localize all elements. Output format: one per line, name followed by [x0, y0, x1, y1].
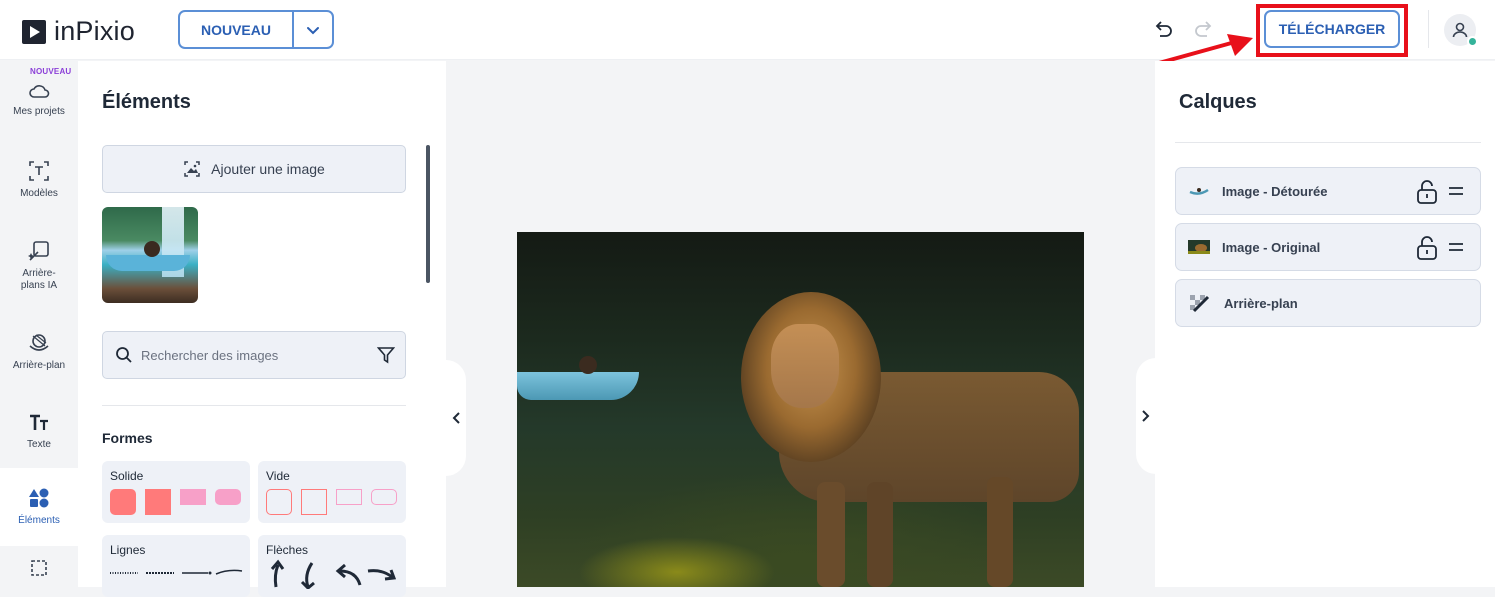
user-icon — [1452, 22, 1468, 38]
shape-card-solid[interactable]: Solide — [102, 461, 250, 523]
template-icon — [29, 161, 49, 181]
layer-label: Image - Original — [1222, 240, 1321, 255]
image-search-box — [102, 331, 406, 379]
panel-scrollbar[interactable] — [426, 145, 430, 283]
layer-thumbnail — [1188, 240, 1210, 254]
arrow-styles-icon[interactable] — [264, 559, 400, 589]
panel-title: Éléments — [102, 91, 191, 113]
header-divider — [1428, 10, 1429, 48]
image-search-input[interactable] — [141, 347, 371, 363]
logo-mark-icon — [22, 19, 46, 44]
card-label: Flèches — [266, 543, 309, 557]
chevron-left-icon — [452, 412, 460, 424]
unlock-icon[interactable] — [1416, 179, 1438, 205]
new-project-button[interactable]: NOUVEAU — [180, 12, 294, 47]
add-image-icon — [184, 161, 200, 177]
nav-label: Texte — [27, 439, 51, 450]
layer-item[interactable]: Image - Détourée — [1175, 167, 1481, 215]
drag-handle-icon[interactable] — [1448, 240, 1464, 254]
chevron-down-icon — [307, 26, 319, 34]
shape-card-lines[interactable]: Lignes — [102, 535, 250, 597]
nav-label: Mes projets — [13, 106, 65, 117]
elements-panel: Éléments Ajouter une image Formes Solide… — [78, 61, 446, 597]
unlock-icon[interactable] — [1416, 235, 1438, 261]
shapes-icon — [29, 488, 49, 508]
card-label: Lignes — [110, 543, 146, 557]
nav-item-templates[interactable]: Modèles — [0, 141, 78, 219]
outline-square[interactable] — [301, 489, 327, 515]
layers-panel: Calques Image - Détourée Image - Origina… — [1155, 61, 1495, 587]
top-bar: inPixio NOUVEAU TÉLÉCHARGER — [0, 0, 1495, 60]
solid-rounded-rectangle[interactable] — [215, 489, 241, 505]
nav-label: Modèles — [20, 188, 58, 199]
download-button[interactable]: TÉLÉCHARGER — [1264, 10, 1400, 48]
nav-label: Arrière-plan — [12, 360, 66, 371]
collapse-right-panel-button[interactable] — [1136, 358, 1156, 474]
ai-background-icon — [28, 241, 49, 261]
uploaded-image-thumbnail[interactable] — [102, 207, 198, 303]
filter-icon[interactable] — [377, 346, 395, 364]
online-status-dot — [1467, 36, 1478, 47]
nav-item-text[interactable]: Texte — [0, 393, 78, 471]
solid-rounded-square[interactable] — [110, 489, 136, 515]
layers-divider — [1175, 142, 1481, 143]
layers-title: Calques — [1179, 91, 1257, 113]
outline-rounded-rectangle[interactable] — [371, 489, 397, 505]
lion-face — [771, 324, 839, 408]
card-label: Vide — [266, 469, 290, 483]
layer-thumbnail — [1189, 188, 1209, 195]
panel-divider — [102, 405, 406, 406]
user-avatar[interactable] — [1444, 14, 1478, 47]
drag-handle-icon[interactable] — [1448, 184, 1464, 198]
logo-text: inPixio — [54, 16, 135, 46]
new-project-dropdown-button[interactable] — [294, 12, 332, 47]
nav-label: Éléments — [18, 515, 60, 526]
left-nav: NOUVEAU Mes projets Modèles Arrière-plan… — [0, 61, 78, 587]
outline-rounded-square[interactable] — [266, 489, 292, 515]
nav-item-my-projects[interactable]: Mes projets — [0, 61, 78, 139]
canvas-image[interactable] — [517, 232, 1084, 587]
outline-rectangle[interactable] — [336, 489, 362, 505]
background-layer-icon — [1190, 295, 1210, 313]
cloud-icon — [29, 85, 50, 98]
chevron-right-icon — [1142, 410, 1150, 422]
card-label: Solide — [110, 469, 144, 483]
search-icon — [116, 347, 132, 363]
nav-item-more[interactable] — [0, 551, 78, 591]
line-styles-icon[interactable] — [108, 565, 244, 579]
nav-item-ai-backgrounds[interactable]: Arrière-plans IA — [0, 221, 78, 311]
add-image-label: Ajouter une image — [211, 161, 325, 177]
shapes-section-title: Formes — [102, 430, 153, 446]
logo: inPixio — [22, 16, 135, 47]
layer-item[interactable]: Arrière-plan — [1175, 279, 1481, 327]
solid-square[interactable] — [145, 489, 171, 515]
layer-label: Image - Détourée — [1222, 184, 1328, 199]
collapse-left-panel-button[interactable] — [446, 360, 466, 476]
selection-icon — [31, 560, 47, 576]
solid-rectangle[interactable] — [180, 489, 206, 505]
shape-card-arrows[interactable]: Flèches — [258, 535, 406, 597]
hammock-cutout[interactable] — [517, 372, 639, 400]
layer-label: Arrière-plan — [1224, 296, 1298, 311]
layer-item[interactable]: Image - Original — [1175, 223, 1481, 271]
nav-label: Arrière-plans IA — [20, 268, 58, 291]
nav-item-elements[interactable]: Éléments — [0, 468, 78, 546]
nav-item-background[interactable]: Arrière-plan — [0, 313, 78, 391]
add-image-button[interactable]: Ajouter une image — [102, 145, 406, 193]
new-project-group: NOUVEAU — [178, 10, 334, 49]
text-icon — [30, 414, 48, 430]
background-icon — [29, 334, 49, 351]
shape-card-empty[interactable]: Vide — [258, 461, 406, 523]
